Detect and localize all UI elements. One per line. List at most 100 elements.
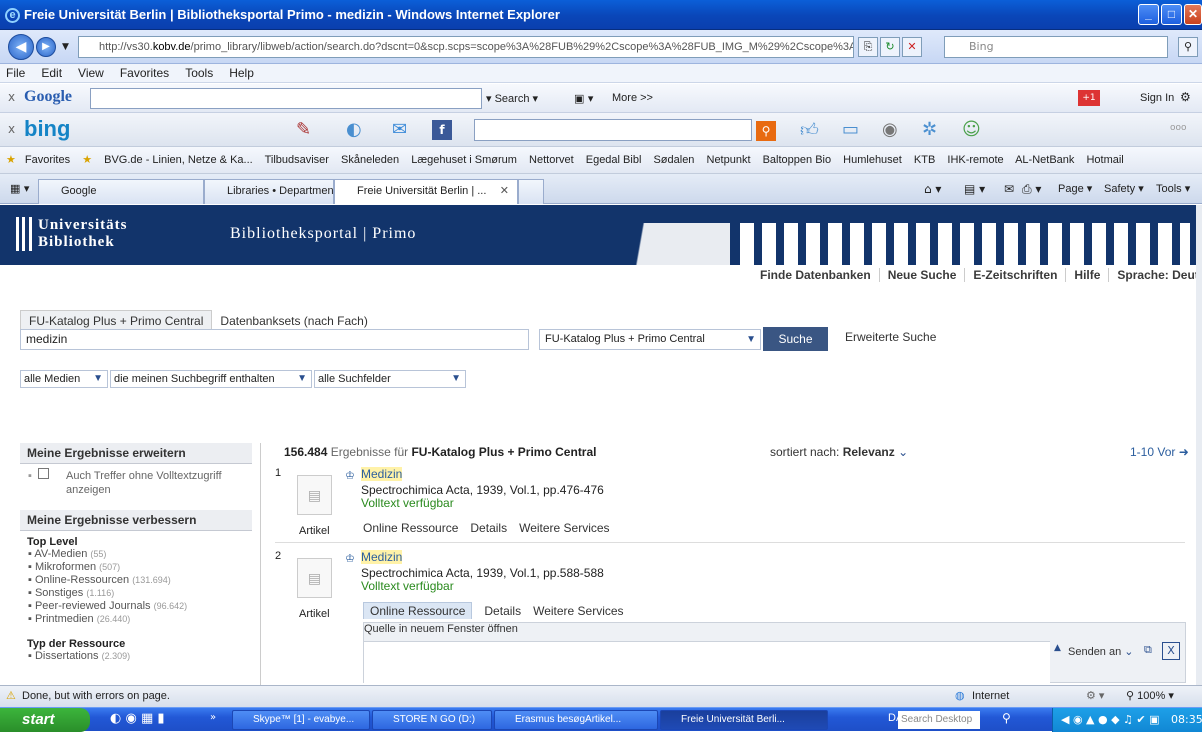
protected-mode-icon[interactable]: ⚙ ▾ xyxy=(1086,686,1104,706)
maximize-button[interactable]: □ xyxy=(1161,4,1182,25)
fulltext-checkbox[interactable] xyxy=(38,468,49,479)
tab-close-icon[interactable]: ✕ xyxy=(500,180,509,203)
field-filter-select[interactable]: alle Suchfelder ▼ xyxy=(314,370,466,388)
fav-item[interactable]: Sødalen xyxy=(653,154,694,166)
fav-item[interactable]: KTB xyxy=(914,154,935,166)
tab-weitere-services[interactable]: Weitere Services xyxy=(519,521,609,535)
tab-online-ressource[interactable]: Online Ressource xyxy=(363,521,458,535)
result-availability[interactable]: Volltext verfügbar xyxy=(361,496,454,510)
task-ie[interactable]: Freie Universität Berli... xyxy=(660,710,828,730)
tab-datenbanksets[interactable]: Datenbanksets (nach Fach) xyxy=(212,311,375,331)
link-hilfe[interactable]: Hilfe xyxy=(1066,268,1110,282)
search-input[interactable]: medizin xyxy=(20,329,529,350)
facebook-icon[interactable]: f xyxy=(432,120,452,140)
facet-item[interactable]: ▪ Printmedien (26.440) xyxy=(20,613,252,626)
fav-item[interactable]: BVG.de - Linien, Netze & Ka... xyxy=(104,154,253,166)
menu-favorites[interactable]: Favorites xyxy=(120,66,169,80)
google-search-input[interactable] xyxy=(90,88,482,109)
menu-help[interactable]: Help xyxy=(229,66,254,80)
popout-icon[interactable]: ⧉ xyxy=(1144,643,1152,657)
desktop-search-icon[interactable]: ⚲ xyxy=(1002,711,1011,725)
like-icon[interactable]: 👍︎ xyxy=(800,119,819,141)
close-bingbar-icon[interactable]: x xyxy=(8,122,15,136)
fav-item[interactable]: Netpunkt xyxy=(707,154,751,166)
wrench-icon[interactable]: ⚙ xyxy=(1180,90,1191,104)
result-title-link[interactable]: Medizin xyxy=(361,467,403,481)
facet-item[interactable]: ▪ Mikroformen (507) xyxy=(20,561,252,574)
facet-item[interactable]: ▪ Peer-reviewed Journals (96.642) xyxy=(20,600,252,613)
task-store-n-go[interactable]: STORE N GO (D:) xyxy=(372,710,492,730)
page-scrollbar[interactable] xyxy=(1196,205,1202,685)
close-button[interactable]: ✕ xyxy=(1184,4,1202,25)
sort-control[interactable]: sortiert nach: Relevanz ⌄ xyxy=(770,445,908,459)
paging-next[interactable]: 1-10 Vor ➜ xyxy=(1130,445,1189,459)
fav-item[interactable]: Hotmail xyxy=(1086,154,1123,166)
more-button[interactable]: More >> xyxy=(612,92,653,104)
tab-freie-universitaet[interactable]: Freie Universität Berlin | ... ✕ xyxy=(334,179,518,204)
result-availability[interactable]: Volltext verfügbar xyxy=(361,579,454,593)
sign-in-link[interactable]: Sign In xyxy=(1140,92,1174,104)
bing-bar-search-input[interactable] xyxy=(474,119,752,141)
minimize-button[interactable]: _ xyxy=(1138,4,1159,25)
new-tab-button[interactable] xyxy=(518,179,544,204)
facet-item[interactable]: ▪ Dissertations (2.309) xyxy=(20,650,252,663)
fav-item[interactable]: Egedal Bibl xyxy=(586,154,642,166)
scope-select[interactable]: FU-Katalog Plus + Primo Central ▼ xyxy=(539,329,761,350)
fav-item[interactable]: Tilbudsaviser xyxy=(265,154,329,166)
search-go-icon[interactable]: ⚲ xyxy=(1178,37,1198,57)
feeds-icon[interactable]: ▤ ▾ xyxy=(964,182,985,196)
start-button[interactable]: start xyxy=(0,708,90,732)
refresh-icon[interactable]: ↻ xyxy=(880,37,900,57)
mail-icon[interactable]: ✉ xyxy=(392,119,407,140)
plus-one-icon[interactable]: +1 xyxy=(1078,90,1100,106)
back-button[interactable]: ◀ xyxy=(8,34,34,60)
weather-icon[interactable]: ◐ xyxy=(346,119,362,140)
tab-online-ressource[interactable]: Online Ressource xyxy=(363,602,473,619)
send-to-menu[interactable]: Senden an ⌄ xyxy=(1068,645,1134,658)
forward-button[interactable]: ▶ xyxy=(36,37,56,57)
favorites-button[interactable]: Favorites xyxy=(25,154,70,166)
bing-options-icon[interactable]: ooo xyxy=(1170,123,1187,133)
popup-blocker-icon[interactable]: ▣ ▾ xyxy=(574,92,593,105)
fav-item[interactable]: Lægehuset i Smørum xyxy=(411,154,517,166)
news-icon[interactable]: ✲ xyxy=(922,119,937,140)
link-finde-datenbanken[interactable]: Finde Datenbanken xyxy=(752,268,880,282)
tab-weitere-services[interactable]: Weitere Services xyxy=(533,604,623,618)
tools-menu[interactable]: Tools ▾ xyxy=(1156,182,1190,195)
menu-edit[interactable]: Edit xyxy=(41,66,62,80)
facet-item[interactable]: ▪ AV-Medien (55) xyxy=(20,548,252,561)
people-icon[interactable]: ☺ xyxy=(962,119,981,140)
desktop-search-input[interactable]: Search Desktop xyxy=(898,711,980,729)
chat-icon[interactable]: ▭ xyxy=(842,119,859,140)
fav-item[interactable]: Nettorvet xyxy=(529,154,574,166)
match-filter-select[interactable]: die meinen Suchbegriff enthalten ▼ xyxy=(110,370,312,388)
zoom-control[interactable]: ⚲ 100% ▾ xyxy=(1126,686,1174,706)
fav-item[interactable]: IHK-remote xyxy=(947,154,1003,166)
tab-details[interactable]: Details xyxy=(470,521,507,535)
link-e-zeitschriften[interactable]: E-Zeitschriften xyxy=(965,268,1067,282)
menu-view[interactable]: View xyxy=(78,66,104,80)
fav-item[interactable]: Humlehuset xyxy=(843,154,902,166)
tray-icons[interactable]: ◀ ◉ ▲ ● ◆ ♫ ✔ ▣ xyxy=(1061,713,1160,726)
tab-details[interactable]: Details xyxy=(484,604,521,618)
link-neue-suche[interactable]: Neue Suche xyxy=(879,268,966,282)
maps-icon[interactable]: ✎ xyxy=(296,119,311,140)
close-toolbar-icon[interactable]: x xyxy=(8,90,15,104)
fav-item[interactable]: Baltoppen Bio xyxy=(763,154,832,166)
bing-search-icon[interactable]: ⚲ xyxy=(756,121,776,141)
language-selector[interactable]: Sprache: Deutsch xyxy=(1109,268,1196,282)
add-favorite-icon[interactable]: ★ xyxy=(82,154,92,166)
bing-search-box[interactable]: Bing xyxy=(944,36,1168,58)
menu-tools[interactable]: Tools xyxy=(185,66,213,80)
tab-libraries[interactable]: Libraries • Departments and ... xyxy=(204,179,334,204)
quicklaunch-icons[interactable]: ◐ ◉ ▦ ▮ xyxy=(110,711,165,726)
google-search-button[interactable]: ▾ Search ▾ xyxy=(486,92,538,105)
tab-google[interactable]: Google xyxy=(38,179,204,204)
home-icon[interactable]: ⌂ ▾ xyxy=(924,182,941,196)
mail-read-icon[interactable]: ✉ xyxy=(1004,182,1014,196)
safety-menu[interactable]: Safety ▾ xyxy=(1104,182,1144,195)
embedded-frame[interactable] xyxy=(364,641,1050,684)
warning-icon[interactable]: ⚠ xyxy=(6,686,16,706)
page-menu[interactable]: Page ▾ xyxy=(1058,182,1092,195)
print-icon[interactable]: ⎙ ▾ xyxy=(1022,182,1041,197)
